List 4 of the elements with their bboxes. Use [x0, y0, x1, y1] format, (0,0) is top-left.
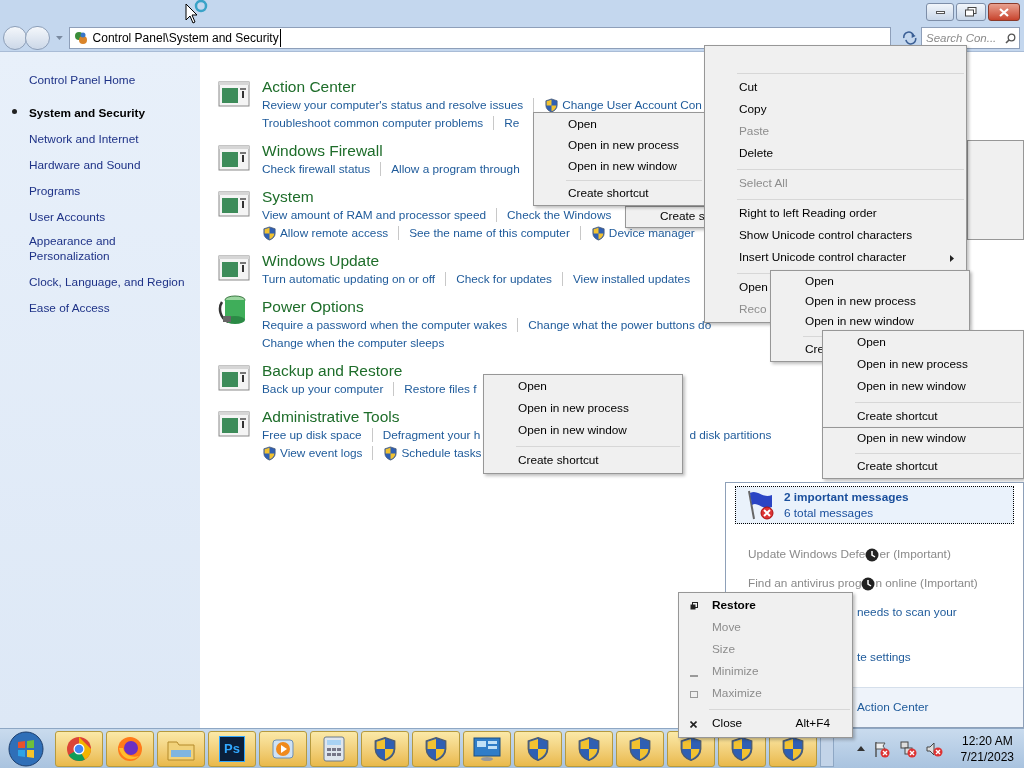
app-icon: Ps	[219, 735, 245, 762]
subline-text: 6 total messages	[784, 505, 875, 521]
headline-text: 2 important messages	[784, 489, 909, 505]
address-text: Control Panel\System and Security	[92, 28, 281, 47]
